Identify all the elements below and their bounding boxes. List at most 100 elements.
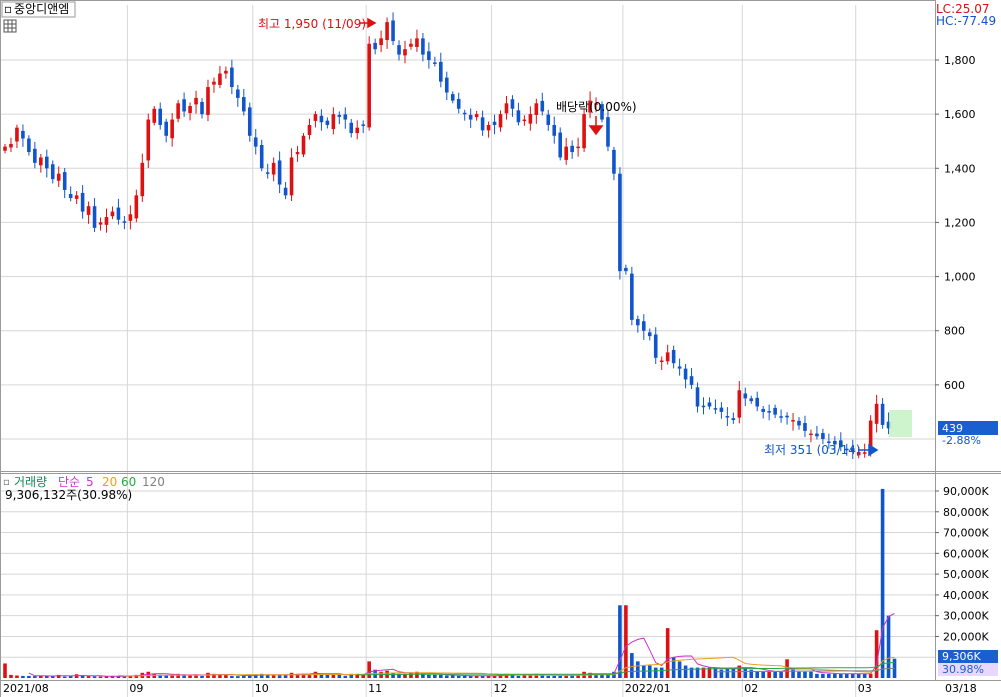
volume-bar (821, 673, 825, 678)
volume-bar (3, 663, 7, 678)
candle-body (146, 119, 151, 161)
volume-bar (516, 675, 521, 678)
candle-body (289, 157, 294, 196)
volume-bar (641, 665, 646, 678)
volume-bar (636, 661, 640, 678)
volume-ma5-label: 5 (86, 475, 94, 489)
date-tick-label: 03 (858, 682, 872, 695)
volume-bar (92, 676, 97, 678)
volume-bar (367, 661, 371, 678)
volume-tick-label: 30,000K (943, 610, 989, 623)
candle-body (33, 148, 37, 163)
candle-body (689, 376, 694, 385)
candle-body (158, 108, 163, 125)
candle-body (606, 117, 610, 147)
volume-bar (850, 673, 855, 678)
candle-body (522, 119, 527, 122)
volume-bar (755, 671, 760, 678)
hc-label: HC:-77.49 (936, 14, 996, 28)
volume-tick-label: 80,000K (943, 506, 989, 519)
candle-body (450, 94, 455, 101)
table-icon[interactable] (3, 19, 17, 33)
volume-bar (152, 673, 157, 678)
candle-body (253, 137, 258, 147)
volume-tick-label: 40,000K (943, 589, 989, 602)
volume-bar (880, 488, 885, 678)
candle-body (21, 130, 25, 139)
date-tick-label: 09 (129, 682, 143, 695)
candle-body (283, 187, 288, 196)
candle-body (719, 407, 724, 412)
volume-bar (50, 676, 55, 678)
candle-body (558, 132, 563, 158)
volume-current-text: 9,306,132주(30.98%) (5, 488, 132, 502)
candle-body (636, 319, 640, 326)
candle-body (301, 135, 306, 155)
candle-body (361, 124, 365, 126)
candle-body (265, 172, 270, 174)
candle-body (468, 114, 473, 120)
volume-bar (456, 675, 461, 678)
volume-ma60-label: 60 (121, 475, 136, 489)
candle-body (528, 114, 533, 124)
candle-body (152, 108, 157, 123)
volume-bar (522, 675, 527, 678)
candle-body (743, 393, 748, 399)
volume-bar (647, 665, 652, 678)
volume-bar (21, 675, 25, 678)
candle-body (755, 397, 760, 407)
candle-body (880, 403, 885, 425)
candle-body (170, 119, 174, 139)
volume-bar (839, 673, 843, 678)
volume-bar (218, 674, 222, 678)
candle-body (44, 156, 49, 169)
volume-bar (868, 673, 873, 678)
chart-canvas[interactable]: ▫ 중앙디앤엠 LC:25.07 HC:-77.49 1,8001,6001,4… (0, 0, 1001, 697)
candle-body (164, 121, 168, 136)
volume-tick-label: 20,000K (943, 630, 989, 643)
candle-body (385, 22, 389, 40)
candle-body (641, 321, 646, 331)
candle-body (68, 194, 73, 199)
candle-body (80, 192, 85, 212)
candle-body (337, 114, 342, 117)
candle-body (462, 112, 467, 115)
candle-body (546, 114, 551, 125)
volume-tick-label: 90,000K (943, 485, 989, 498)
volume-bar (743, 667, 748, 678)
candle-body (552, 124, 557, 136)
candle-body (803, 423, 807, 431)
stock-chart-window: ▫ 중앙디앤엠 LC:25.07 HC:-77.49 1,800 1,600 1,4… (0, 0, 1001, 697)
volume-bar (98, 676, 103, 678)
volume-bar (27, 675, 31, 678)
volume-title: 거래량 (14, 475, 47, 489)
candle-body (349, 122, 354, 134)
candle-body (612, 149, 616, 174)
volume-bar (391, 672, 395, 678)
candle-body (773, 407, 777, 415)
volume-bar (600, 674, 604, 678)
current-ratio-value: 30.98% (942, 663, 984, 676)
date-tick-label: 12 (494, 682, 508, 695)
candle-body (98, 222, 103, 225)
candle-body (498, 114, 503, 128)
candle-body (39, 157, 43, 166)
candle-body (821, 433, 825, 439)
candle-body (582, 114, 586, 149)
candle-body (862, 452, 867, 454)
volume-panel-marker: ▫ (3, 477, 10, 488)
low-annotation: 최저 351 (03/14) (764, 443, 861, 457)
candle-body (492, 121, 497, 125)
price-tick-label: 1,200 (944, 216, 976, 229)
candle-body (791, 420, 795, 422)
candle-body (355, 127, 360, 134)
candle-body (110, 211, 115, 217)
candle-body (749, 398, 754, 402)
candle-body (313, 114, 318, 121)
candle-body (427, 51, 431, 60)
volume-bar (833, 673, 837, 678)
volume-bar (779, 671, 783, 678)
candle-body (725, 415, 730, 418)
candle-body (564, 146, 568, 160)
candle-body (176, 103, 180, 119)
